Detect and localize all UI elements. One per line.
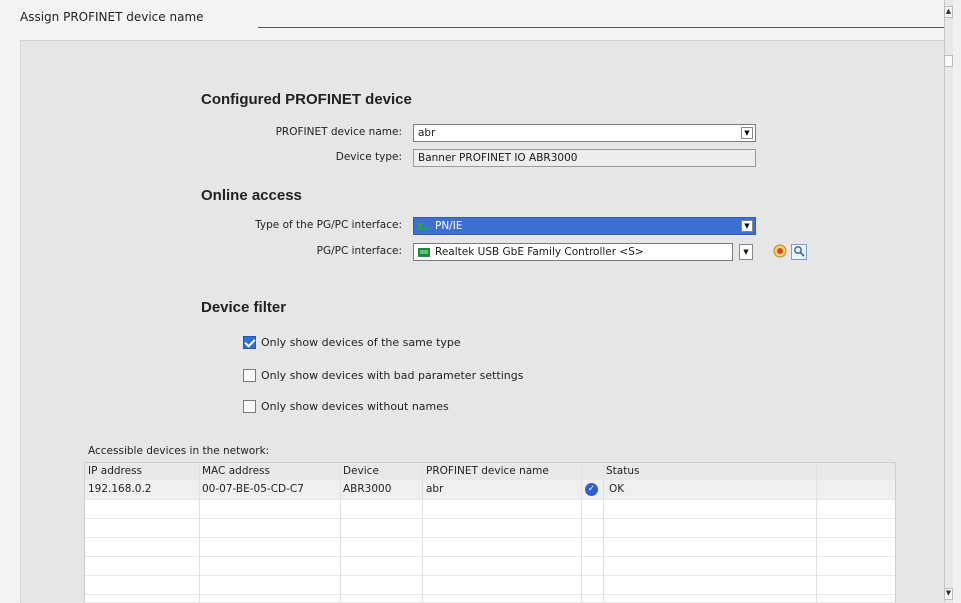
- checkbox-same-type[interactable]: [243, 336, 256, 349]
- cell-device: ABR3000: [343, 483, 392, 495]
- title-divider: [258, 27, 947, 28]
- device-type-label: Device type:: [335, 151, 402, 163]
- table-header: IP address MAC address Device PROFINET d…: [85, 463, 895, 481]
- table-row[interactable]: 192.168.0.2 00-07-BE-05-CD-C7 ABR3000 ab…: [85, 480, 895, 499]
- row-divider: [85, 518, 895, 519]
- dialog-title: Assign PROFINET device name: [20, 10, 208, 28]
- column-mac-address[interactable]: MAC address: [202, 465, 270, 477]
- row-divider: [85, 594, 895, 595]
- device-type-value: Banner PROFINET IO ABR3000: [418, 152, 578, 164]
- filter-same-type-label: Only show devices of the same type: [261, 336, 461, 349]
- column-divider: [422, 463, 423, 602]
- column-profinet-device-name[interactable]: PROFINET device name: [426, 465, 549, 477]
- cell-mac: 00-07-BE-05-CD-C7: [202, 483, 304, 495]
- assign-profinet-dialog: Assign PROFINET device name Configured P…: [0, 0, 953, 603]
- chevron-down-icon[interactable]: ▼: [741, 127, 753, 139]
- cell-ip: 192.168.0.2: [88, 483, 152, 495]
- column-device[interactable]: Device: [343, 465, 379, 477]
- accessible-devices-table: IP address MAC address Device PROFINET d…: [84, 462, 896, 602]
- accessible-devices-title: Accessible devices in the network:: [88, 445, 270, 457]
- column-divider: [340, 463, 341, 602]
- column-ip-address[interactable]: IP address: [88, 465, 142, 477]
- filter-without-names-label: Only show devices without names: [261, 400, 449, 413]
- chevron-down-icon[interactable]: ▼: [739, 244, 753, 260]
- filter-same-type-option[interactable]: Only show devices of the same type: [243, 336, 461, 349]
- pgpc-interface-combobox[interactable]: Realtek USB GbE Family Controller <S>: [413, 243, 733, 261]
- checkmark-icon: ✓: [585, 483, 598, 496]
- interface-type-value: PN/IE: [435, 220, 463, 232]
- pgpc-interface-label: PG/PC interface:: [316, 245, 402, 257]
- row-divider: [85, 556, 895, 557]
- vertical-scrollbar[interactable]: ▲ ▼: [944, 0, 953, 602]
- checkbox-without-names[interactable]: [243, 400, 256, 413]
- interface-type-label: Type of the PG/PC interface:: [255, 219, 402, 231]
- device-type-field: Banner PROFINET IO ABR3000: [413, 149, 756, 167]
- cell-status: OK: [609, 483, 625, 495]
- filter-bad-params-label: Only show devices with bad parameter set…: [261, 369, 524, 382]
- device-filter-heading: Device filter: [201, 299, 287, 316]
- scroll-thumb[interactable]: [944, 55, 953, 67]
- filter-without-names-option[interactable]: Only show devices without names: [243, 400, 449, 413]
- device-name-value: abr: [418, 127, 436, 139]
- device-name-combobox[interactable]: abr ▼: [413, 124, 756, 142]
- cell-device-name: abr: [426, 483, 444, 495]
- row-divider: [85, 537, 895, 538]
- row-divider: [85, 499, 895, 500]
- column-divider: [816, 463, 817, 602]
- online-access-heading: Online access: [201, 187, 302, 204]
- device-name-label: PROFINET device name:: [275, 126, 402, 138]
- magnifier-icon[interactable]: [791, 244, 807, 260]
- chevron-down-icon[interactable]: ▼: [741, 220, 753, 232]
- checkbox-bad-params[interactable]: [243, 369, 256, 382]
- row-divider: [85, 575, 895, 576]
- pgpc-interface-value: Realtek USB GbE Family Controller <S>: [435, 246, 644, 258]
- network-adapter-icon: [418, 247, 430, 257]
- column-divider: [199, 463, 200, 602]
- column-divider: [581, 463, 582, 602]
- configured-device-heading: Configured PROFINET device: [201, 91, 412, 108]
- network-icon: [418, 222, 429, 230]
- column-divider: [603, 463, 604, 602]
- scroll-down-icon[interactable]: ▼: [944, 588, 953, 600]
- column-status[interactable]: Status: [606, 465, 639, 477]
- scroll-up-icon[interactable]: ▲: [944, 6, 953, 18]
- filter-bad-params-option[interactable]: Only show devices with bad parameter set…: [243, 369, 523, 382]
- connection-status-icon[interactable]: [772, 244, 788, 260]
- interface-type-combobox[interactable]: PN/IE ▼: [413, 217, 756, 235]
